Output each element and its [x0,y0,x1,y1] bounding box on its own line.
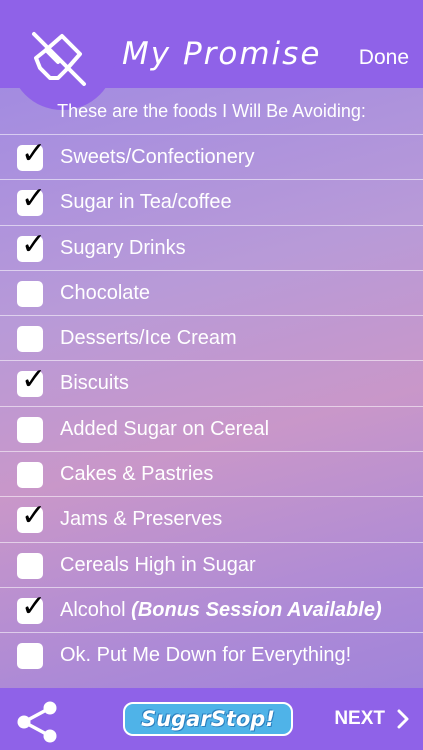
list-item-label: Sugar in Tea/coffee [60,191,232,214]
checkmark-icon: ✓ [21,498,47,534]
chevron-right-icon [397,709,409,729]
next-button[interactable]: NEXT [334,708,409,730]
list-item[interactable]: ✓ Alcohol (Bonus Session Available) [0,586,423,632]
list-item-label: Added Sugar on Cereal [60,417,270,440]
sugarstop-logo: SugarStop! [123,702,293,736]
checkmark-icon: ✓ [21,136,47,171]
list-item-label: Biscuits [60,372,129,395]
list-item-label: Ok. Put Me Down for Everything! [60,644,352,667]
list-item-label: Chocolate [60,281,151,304]
food-checklist: ✓ Sweets/Confectionery ✓ Sugar in Tea/coffe… [0,134,423,678]
page-title: My Promise [122,36,322,72]
checkbox[interactable] [17,326,43,353]
list-item[interactable]: ✓ Jams & Preserves [0,496,423,541]
list-item-label: Cereals High in Sugar [60,553,256,576]
list-item-label: Alcohol (Bonus Session Available) [60,598,382,621]
checkmark-icon: ✓ [21,181,47,217]
list-item[interactable]: ✓ Sweets/Confectionery [0,134,423,179]
list-item-label: Desserts/Ice Cream [60,327,237,350]
share-icon[interactable] [14,698,62,746]
bonus-note: (Bonus Session Available) [131,598,382,621]
checkbox[interactable] [17,462,43,489]
list-item[interactable]: ✓ Sugar in Tea/coffee [0,179,423,224]
list-item[interactable]: Desserts/Ice Cream [0,315,423,360]
done-button[interactable]: Done [359,46,409,70]
list-item-label: Cakes & Pastries [60,463,214,486]
list-item[interactable]: Added Sugar on Cereal [0,405,423,451]
list-item[interactable]: Ok. Put Me Down for Everything! [0,632,423,677]
list-item[interactable]: ✓ Biscuits [0,360,423,405]
checkmark-icon: ✓ [21,588,47,624]
checkmark-icon: ✓ [21,362,47,398]
checkbox[interactable] [17,416,43,443]
list-item[interactable]: Cakes & Pastries [0,451,423,496]
checkmark-icon: ✓ [21,226,47,262]
checkbox[interactable] [17,280,43,307]
list-item[interactable]: Chocolate [0,269,423,315]
footer-bar: SugarStop! NEXT [0,688,423,750]
list-item-label: Sugary Drinks [60,236,186,259]
list-item[interactable]: Cereals High in Sugar [0,541,423,587]
mute-speaker-icon[interactable] [28,28,90,90]
checkbox[interactable] [17,552,43,579]
list-item[interactable]: ✓ Sugary Drinks [0,224,423,270]
list-item-label: Sweets/Confectionery [60,146,255,168]
list-heading: These are the foods I Will Be Avoiding: [57,101,366,121]
list-item-label: Jams & Preserves [60,508,223,531]
next-label: NEXT [334,708,385,729]
checkbox[interactable] [17,643,43,670]
